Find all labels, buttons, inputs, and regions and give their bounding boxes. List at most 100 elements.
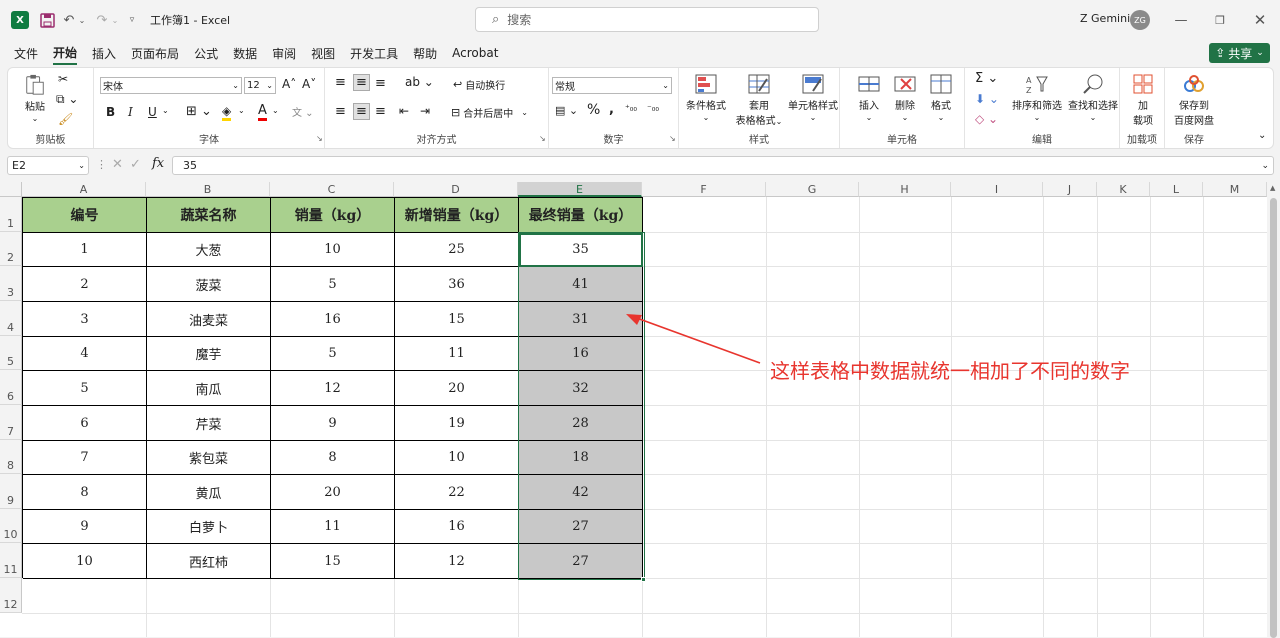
row-header[interactable]: 8 [0, 440, 22, 474]
formula-input[interactable]: 35 ⌄ [172, 156, 1274, 175]
table-cell[interactable]: 1 [23, 233, 147, 267]
italic-button[interactable]: I [128, 105, 133, 119]
column-header[interactable]: H [859, 182, 951, 197]
save-baidu-button[interactable]: 保存到 百度网盘 [1171, 73, 1217, 127]
decrease-indent-icon[interactable]: ⇤ [399, 104, 409, 118]
increase-decimal-icon[interactable]: ⁺₀₀ [625, 104, 637, 114]
table-header-cell[interactable]: 编号 [23, 198, 147, 233]
decrease-font-icon[interactable]: A˅ [302, 77, 316, 91]
paste-button[interactable]: 粘贴 ⌄ [18, 74, 52, 124]
row-header[interactable]: 2 [0, 232, 22, 266]
redo-icon[interactable]: ↷ [95, 10, 109, 30]
enter-formula-icon[interactable]: ✓ [130, 157, 141, 172]
autosum-icon[interactable]: Σ ⌄ [975, 71, 998, 86]
row-header[interactable]: 4 [0, 301, 22, 336]
table-header-cell[interactable]: 销量（kg） [271, 198, 395, 233]
increase-font-icon[interactable]: A˄ [282, 77, 296, 91]
table-cell[interactable]: 10 [23, 544, 147, 579]
user-name[interactable]: Z Gemini [1080, 12, 1130, 25]
table-cell[interactable]: 黄瓜 [147, 475, 271, 510]
align-center-icon[interactable]: ≡ [353, 103, 370, 120]
table-header-cell[interactable]: 最终销量（kg） [519, 198, 643, 233]
undo-icon[interactable]: ↶ [62, 10, 76, 30]
font-size-select[interactable]: 12 ⌄ [244, 77, 276, 94]
column-header[interactable]: K [1097, 182, 1150, 197]
tab-acrobat[interactable]: Acrobat [452, 44, 498, 62]
selected-cell[interactable]: 27 [519, 510, 643, 544]
search-input[interactable]: ⌕ 搜索 [475, 7, 819, 32]
expand-formula-icon[interactable]: ⌄ [1261, 161, 1269, 171]
addins-button[interactable]: 加载项 [1128, 73, 1158, 127]
table-cell[interactable]: 南瓜 [147, 371, 271, 406]
delete-cells-button[interactable]: 删除 ⌄ [890, 73, 920, 123]
align-top-icon[interactable]: ≡ [335, 75, 346, 90]
restore-icon[interactable]: ❐ [1212, 10, 1228, 30]
share-button[interactable]: ⇪ 共享 ⌄ [1209, 43, 1270, 63]
table-cell[interactable]: 白萝卜 [147, 510, 271, 544]
column-header[interactable]: M [1203, 182, 1267, 197]
table-cell[interactable]: 12 [271, 371, 395, 406]
table-cell[interactable]: 19 [395, 406, 519, 441]
close-icon[interactable]: ✕ [1252, 10, 1268, 30]
comma-style-icon[interactable]: , [609, 102, 614, 117]
table-cell[interactable]: 8 [23, 475, 147, 510]
sort-filter-button[interactable]: AZ 排序和筛选 ⌄ [1009, 73, 1065, 123]
tab-help[interactable]: 帮助 [413, 43, 437, 64]
table-cell[interactable]: 8 [271, 441, 395, 475]
wrap-text-button[interactable]: ↩ 自动换行 [453, 77, 505, 92]
table-cell[interactable]: 3 [23, 302, 147, 337]
tab-formulas[interactable]: 公式 [194, 43, 218, 64]
tab-developer[interactable]: 开发工具 [350, 43, 398, 64]
table-cell[interactable]: 5 [271, 267, 395, 302]
row-header[interactable]: 12 [0, 578, 22, 613]
table-cell[interactable]: 10 [271, 233, 395, 267]
table-cell[interactable]: 15 [271, 544, 395, 579]
conditional-format-button[interactable]: 条件格式 ⌄ [683, 73, 729, 123]
select-all-corner[interactable] [0, 182, 22, 197]
column-header[interactable]: L [1150, 182, 1203, 197]
find-select-button[interactable]: 查找和选择 ⌄ [1065, 73, 1121, 123]
cancel-formula-icon[interactable]: ✕ [112, 157, 123, 172]
table-cell[interactable]: 10 [395, 441, 519, 475]
save-icon[interactable] [38, 10, 56, 30]
tab-page-layout[interactable]: 页面布局 [131, 43, 179, 64]
fill-handle[interactable] [641, 577, 646, 582]
table-cell[interactable]: 11 [395, 337, 519, 371]
align-right-icon[interactable]: ≡ [375, 104, 386, 119]
column-header[interactable]: A [22, 182, 146, 197]
tab-insert[interactable]: 插入 [92, 43, 116, 64]
tab-file[interactable]: 文件 [14, 43, 38, 64]
tab-review[interactable]: 审阅 [272, 43, 296, 64]
table-header-cell[interactable]: 新增销量（kg） [395, 198, 519, 233]
font-color-dropdown-icon[interactable]: ⌄ [272, 106, 279, 115]
collapse-ribbon-icon[interactable]: ⌄ [1258, 130, 1266, 141]
name-box[interactable]: E2 ⌄ [7, 156, 89, 175]
scroll-up-icon[interactable]: ▲ [1270, 184, 1275, 192]
font-name-select[interactable]: 宋体 ⌄ [100, 77, 242, 94]
align-middle-icon[interactable]: ≡ [353, 74, 370, 91]
table-cell[interactable]: 22 [395, 475, 519, 510]
selected-cell[interactable]: 27 [519, 544, 643, 579]
format-as-table-button[interactable]: 套用 表格格式⌄ [733, 73, 785, 127]
column-header[interactable]: B [146, 182, 270, 197]
active-cell[interactable]: 35 [519, 233, 643, 267]
row-header[interactable]: 3 [0, 266, 22, 301]
table-cell[interactable]: 20 [271, 475, 395, 510]
table-cell[interactable]: 16 [395, 510, 519, 544]
table-cell[interactable]: 7 [23, 441, 147, 475]
table-cell[interactable]: 36 [395, 267, 519, 302]
format-cells-button[interactable]: 格式 ⌄ [926, 73, 956, 123]
alignment-dialog-launcher-icon[interactable]: ↘ [539, 134, 546, 143]
fill-color-icon[interactable]: ◈ [222, 104, 232, 121]
increase-indent-icon[interactable]: ⇥ [420, 104, 430, 118]
accounting-format-icon[interactable]: ▤ ⌄ [555, 104, 578, 117]
percent-icon[interactable]: % [587, 102, 600, 118]
selected-cell[interactable]: 32 [519, 371, 643, 406]
table-cell[interactable]: 11 [271, 510, 395, 544]
underline-dropdown-icon[interactable]: ⌄ [162, 106, 169, 115]
column-header[interactable]: D [394, 182, 518, 197]
table-cell[interactable]: 15 [395, 302, 519, 337]
font-color-icon[interactable]: A [258, 103, 267, 121]
column-header[interactable]: G [766, 182, 859, 197]
selected-cell[interactable]: 41 [519, 267, 643, 302]
